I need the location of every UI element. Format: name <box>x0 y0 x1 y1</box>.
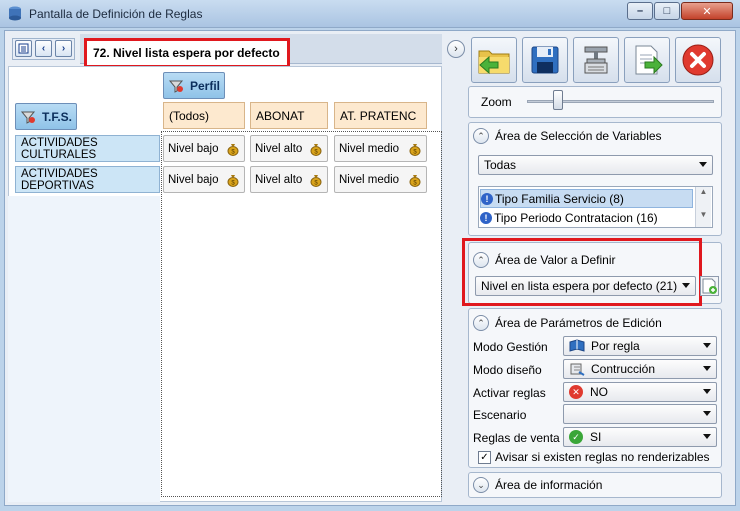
row-header[interactable]: ACTIVIDADES CULTURALES <box>15 135 160 162</box>
info-icon: ! <box>481 192 493 205</box>
scroll-up-icon: ▲ <box>699 187 708 196</box>
variables-scrollbar[interactable]: ▲ ▼ <box>695 187 711 227</box>
minimize-button[interactable]: – <box>627 2 653 20</box>
chevron-up-icon: ⌃ <box>473 128 489 144</box>
row-header[interactable]: ACTIVIDADES DEPORTIVAS <box>15 166 160 193</box>
checkbox[interactable]: ✓ <box>478 450 491 464</box>
params-section-header[interactable]: ⌃ Área de Parámetros de Edición <box>473 315 662 331</box>
dropdown-arrow-icon <box>703 343 711 348</box>
collapse-panel-button[interactable]: › <box>447 40 465 58</box>
compile-button[interactable] <box>573 37 619 83</box>
info-section-header[interactable]: ⌄ Área de información <box>473 477 602 493</box>
param-label: Reglas de venta <box>473 431 560 445</box>
column-header[interactable]: AT. PRATENC <box>334 102 427 129</box>
value-select[interactable]: Nivel en lista espera por defecto (21) <box>475 276 696 296</box>
chevron-right-icon: › <box>61 43 66 54</box>
add-document-icon <box>702 278 717 294</box>
zoom-slider-thumb[interactable] <box>553 90 564 110</box>
dropdown-arrow-icon <box>699 162 707 167</box>
scroll-down-icon: ▼ <box>699 210 708 219</box>
chevron-up-icon: ⌃ <box>473 252 489 268</box>
funnel-icon <box>20 111 36 124</box>
money-bag-icon: $ <box>227 143 239 156</box>
perfil-button[interactable]: Perfil <box>163 72 225 99</box>
dropdown-arrow-icon <box>703 411 711 416</box>
chevron-left-icon: ‹ <box>41 43 46 54</box>
column-header[interactable]: (Todos) <box>163 102 245 129</box>
rule-cell[interactable]: Nivel medio $ <box>334 135 427 162</box>
modo-diseno-select[interactable]: Contrucción <box>563 359 717 379</box>
modo-gestion-select[interactable]: Por regla <box>563 336 717 356</box>
save-button[interactable] <box>522 37 568 83</box>
red-x-icon: ✕ <box>569 385 583 399</box>
column-header[interactable]: ABONAT <box>250 102 328 129</box>
rule-cell[interactable]: Nivel bajo $ <box>163 166 245 193</box>
funnel-icon <box>168 80 184 93</box>
money-bag-icon: $ <box>310 143 322 156</box>
activar-reglas-select[interactable]: ✕ NO <box>563 382 717 402</box>
param-label: Activar reglas <box>473 386 546 400</box>
variables-section-header[interactable]: ⌃ Área de Selección de Variables <box>473 128 662 144</box>
chevron-down-icon: ⌄ <box>473 477 489 493</box>
rule-cell[interactable]: Nivel bajo $ <box>163 135 245 162</box>
zoom-label: Zoom <box>481 95 512 109</box>
rule-cell[interactable]: Nivel medio $ <box>334 166 427 193</box>
tfs-button[interactable]: T.F.S. <box>15 103 77 130</box>
variable-item[interactable]: ! Tipo Familia Servicio (8) <box>480 189 693 208</box>
dropdown-arrow-icon <box>703 366 711 371</box>
book-icon <box>569 339 585 352</box>
green-check-icon: ✓ <box>569 430 583 444</box>
money-bag-icon: $ <box>409 174 421 187</box>
export-button[interactable] <box>624 37 670 83</box>
money-bag-icon: $ <box>310 174 322 187</box>
chevron-right-icon: › <box>454 43 458 55</box>
tools-icon <box>570 363 585 376</box>
red-close-icon <box>682 44 714 76</box>
window-title: Pantalla de Definición de Reglas <box>29 7 203 21</box>
export-document-icon <box>635 45 663 75</box>
rule-cell[interactable]: Nivel alto $ <box>250 166 328 193</box>
info-icon: ! <box>480 211 492 224</box>
app-icon <box>9 6 21 21</box>
reglas-venta-select[interactable]: ✓ SI <box>563 427 717 447</box>
document-tab[interactable]: 72. Nivel lista espera por defecto <box>84 38 290 68</box>
dropdown-arrow-icon <box>703 434 711 439</box>
open-folder-button[interactable] <box>471 37 517 83</box>
rule-cell[interactable]: Nivel alto $ <box>250 135 328 162</box>
money-bag-icon: $ <box>409 143 421 156</box>
tab-next-button[interactable]: › <box>55 40 72 57</box>
param-label: Modo diseño <box>473 363 542 377</box>
add-value-button[interactable] <box>700 276 719 296</box>
money-bag-icon: $ <box>227 174 239 187</box>
folder-icon <box>478 50 510 75</box>
param-label: Escenario <box>473 408 527 422</box>
variable-item[interactable]: ! Tipo Periodo Contratacion (16) <box>480 208 693 227</box>
row-header-column <box>8 196 160 502</box>
value-section-header[interactable]: ⌃ Área de Valor a Definir <box>473 252 616 268</box>
dropdown-arrow-icon <box>682 283 690 288</box>
close-window-button[interactable]: ✕ <box>681 2 733 20</box>
dropdown-arrow-icon <box>703 389 711 394</box>
render-warning-option[interactable]: ✓ Avisar si existen reglas no renderizab… <box>478 450 710 464</box>
chevron-up-icon: ⌃ <box>473 315 489 331</box>
tab-list-icon <box>18 43 29 54</box>
press-icon <box>584 46 608 74</box>
cancel-button[interactable] <box>675 37 721 83</box>
variables-filter-select[interactable]: Todas <box>478 155 713 175</box>
tab-prev-button[interactable]: ‹ <box>35 40 52 57</box>
tab-list-button[interactable] <box>15 40 32 57</box>
escenario-select[interactable] <box>563 404 717 424</box>
floppy-icon <box>531 46 559 74</box>
maximize-button[interactable]: □ <box>654 2 680 20</box>
param-label: Modo Gestión <box>473 340 548 354</box>
